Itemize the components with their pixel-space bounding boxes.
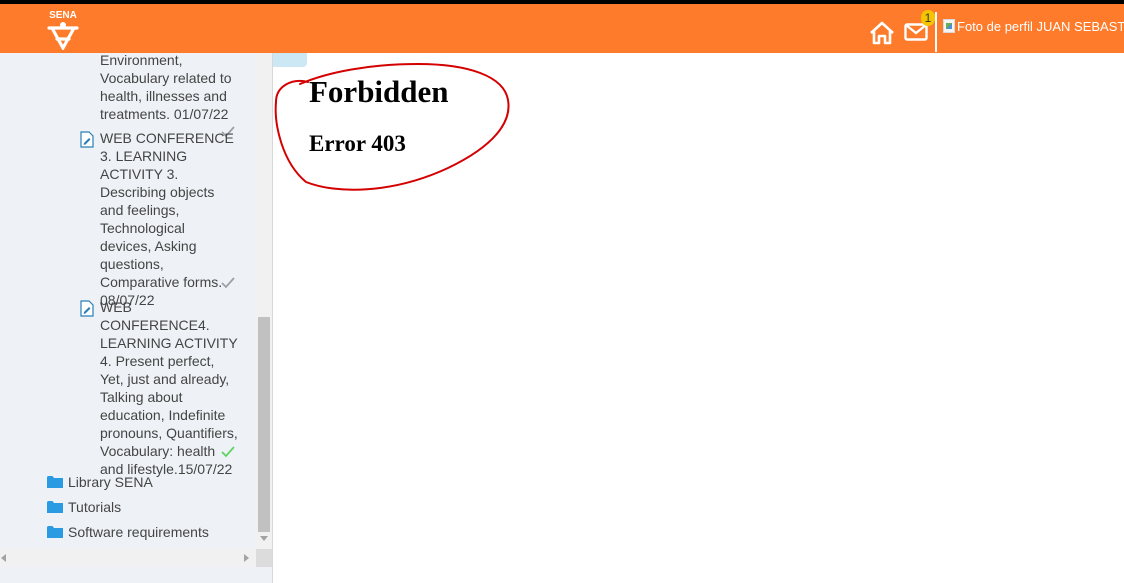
folder-label: Library SENA	[68, 474, 153, 490]
folder-icon	[47, 476, 63, 488]
home-icon[interactable]	[869, 21, 895, 45]
content-divider	[272, 53, 273, 583]
scroll-right-arrow[interactable]	[244, 554, 249, 562]
error-title: Forbidden	[309, 74, 449, 109]
folder-icon	[47, 526, 63, 538]
sena-logo[interactable]: SENA	[42, 8, 84, 50]
activity-label: Environment, Vocabulary related to healt…	[100, 53, 232, 122]
error-code: Error 403	[309, 131, 406, 156]
scrollbar-thumb[interactable]	[258, 317, 270, 532]
scrollbar-corner	[256, 549, 272, 567]
logo-text: SENA	[49, 10, 77, 21]
assignment-icon	[80, 131, 94, 148]
folder-label: Tutorials	[68, 499, 122, 515]
check-icon	[221, 277, 235, 289]
activity-item[interactable]: WEB CONFERENCE 3. LEARNING ACTIVITY 3. D…	[0, 129, 256, 308]
mail-icon[interactable]	[904, 23, 928, 41]
course-sidebar: Environment, Vocabulary related to healt…	[0, 53, 256, 549]
sidebar-footer	[0, 567, 272, 583]
check-icon	[221, 446, 235, 458]
activity-item[interactable]: Environment, Vocabulary related to healt…	[0, 53, 256, 123]
broken-image-icon	[943, 19, 955, 33]
activity-label: WEB CONFERENCE 3. LEARNING ACTIVITY 3. D…	[100, 130, 234, 308]
folder-tutorials[interactable]: Tutorials	[47, 497, 121, 517]
folder-label: Software requirements	[68, 524, 209, 540]
notification-badge: 1	[921, 10, 935, 26]
folder-software-requirements[interactable]: Software requirements	[47, 522, 209, 542]
folder-library-sena[interactable]: Library SENA	[47, 472, 153, 492]
profile-alt-text: Foto de perfil JUAN SEBASTIAN	[957, 18, 1124, 34]
sidebar-vertical-scrollbar[interactable]	[256, 53, 272, 549]
profile-avatar[interactable]: Foto de perfil JUAN SEBASTIAN	[943, 17, 1124, 35]
folder-icon	[47, 501, 63, 513]
activity-label: WEB CONFERENCE4. LEARNING ACTIVITY 4. Pr…	[100, 299, 238, 477]
content-tab-stub	[273, 53, 307, 67]
scroll-down-arrow[interactable]	[260, 536, 268, 541]
sidebar-horizontal-scrollbar[interactable]	[0, 549, 256, 567]
header-divider	[935, 12, 937, 52]
assignment-icon	[80, 300, 94, 317]
activity-item[interactable]: WEB CONFERENCE4. LEARNING ACTIVITY 4. Pr…	[0, 298, 256, 477]
top-header: SENA 1 Foto de perfil JUAN SEBASTIAN	[0, 4, 1124, 53]
scroll-left-arrow[interactable]	[1, 554, 6, 562]
